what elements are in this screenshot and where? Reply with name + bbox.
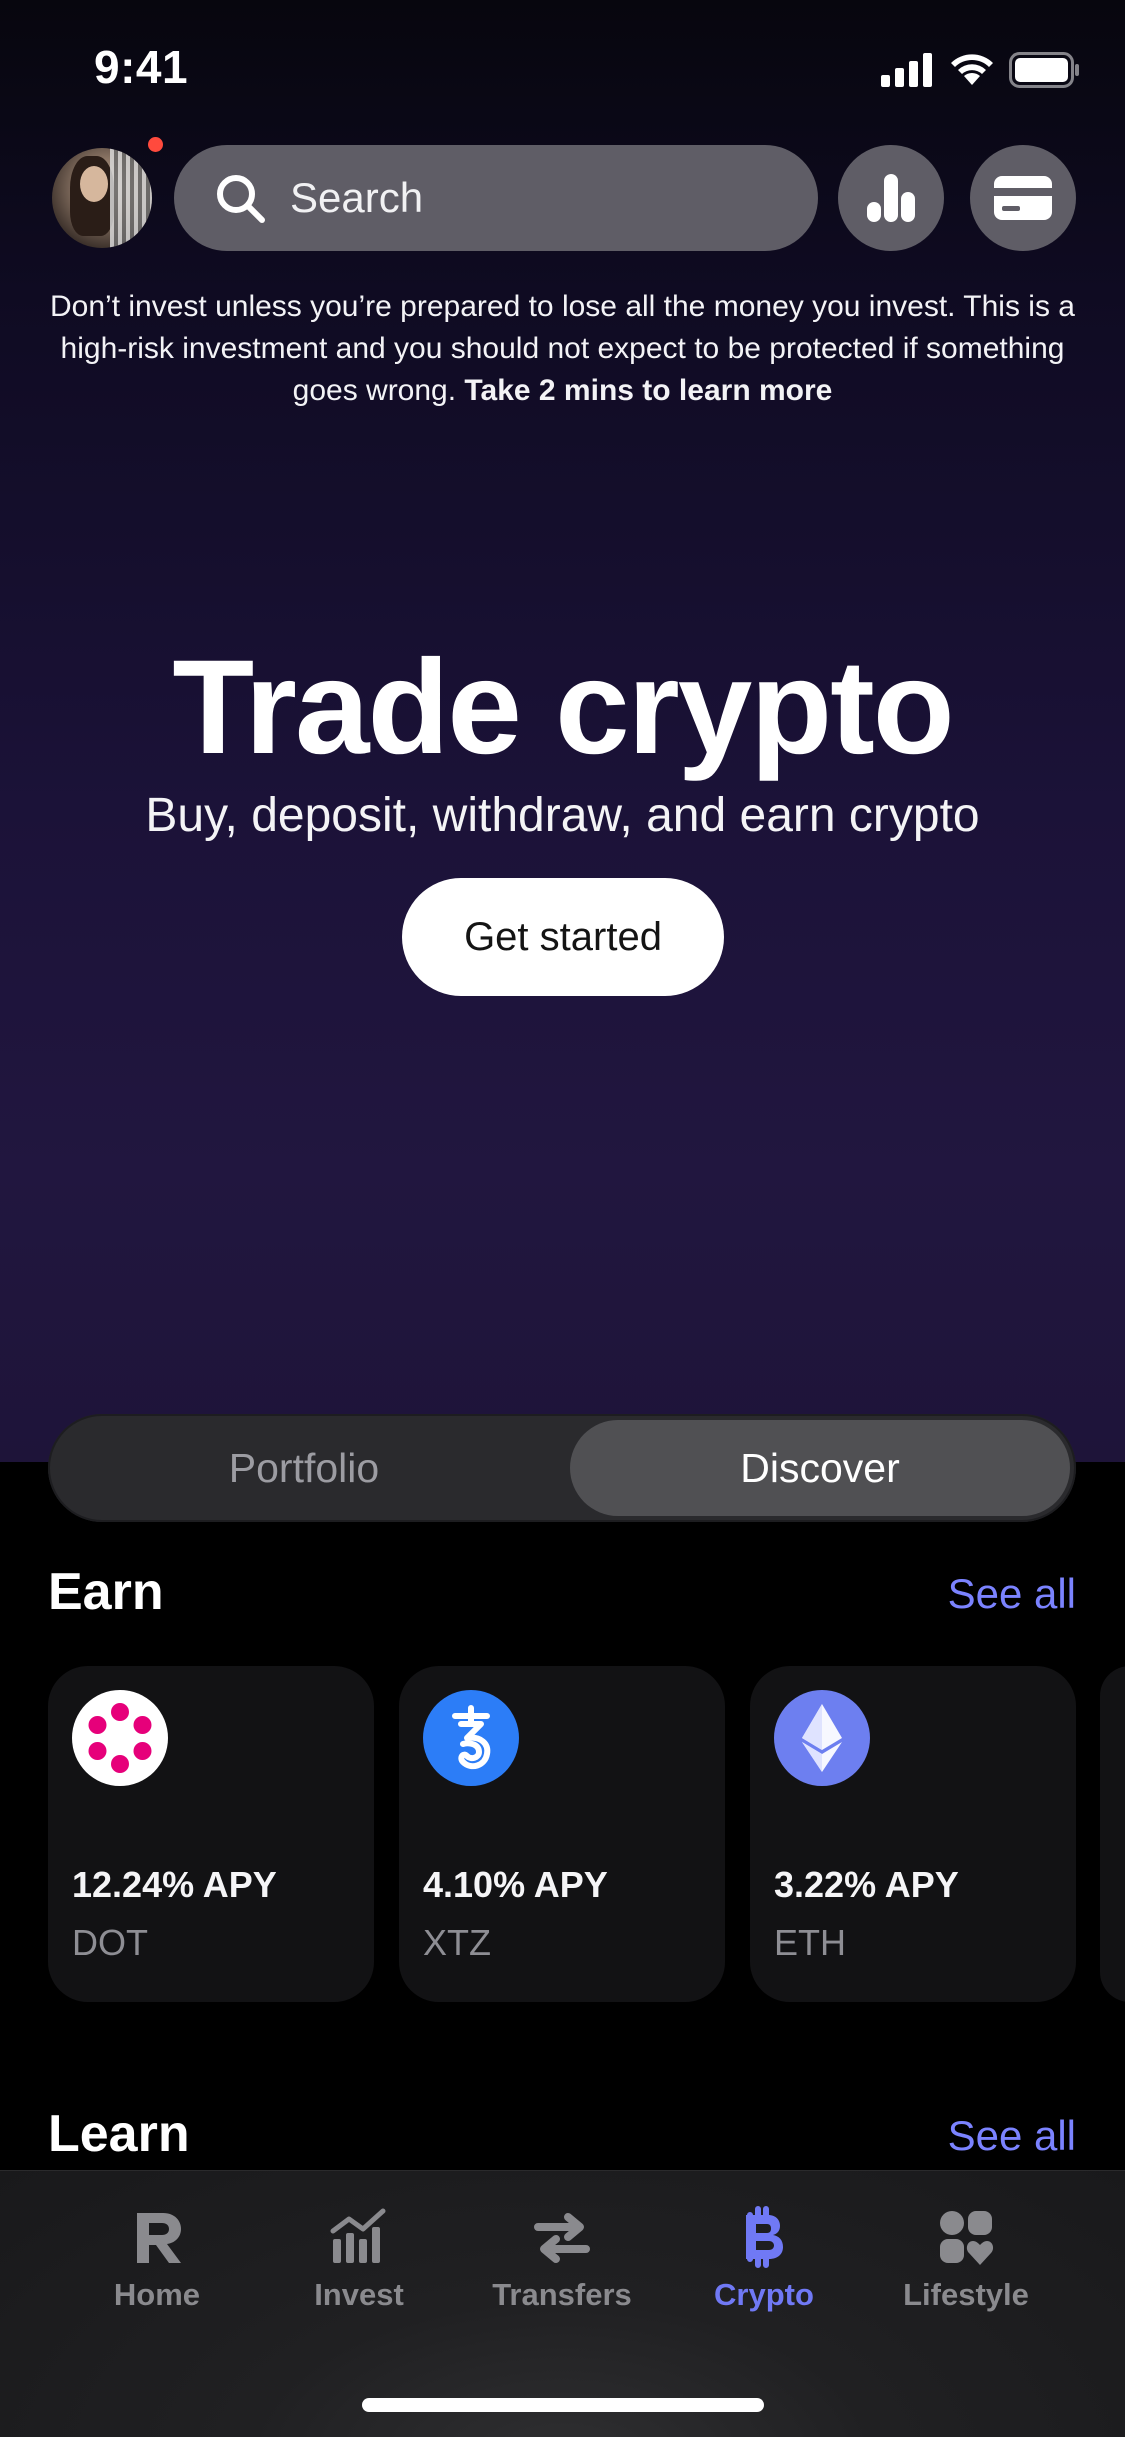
earn-card-xtz[interactable]: 4.10% APY XTZ [399,1666,725,2002]
lifestyle-icon [940,2211,994,2265]
earn-card-partial[interactable] [1100,1666,1125,2002]
battery-icon [1009,52,1079,88]
earn-ticker: ETH [774,1922,846,1963]
nav-home[interactable]: Home [67,2205,247,2313]
bitcoin-icon [746,2206,783,2268]
home-indicator [362,2398,764,2412]
status-bar: 9:41 [0,0,1125,140]
risk-disclaimer: Don’t invest unless you’re prepared to l… [40,286,1085,412]
earn-apy: 3.22% APY [774,1864,959,1905]
nav-invest[interactable]: Invest [269,2205,449,2313]
search-icon [217,175,265,223]
earn-card-dot[interactable]: 12.24% APY DOT [48,1666,374,2002]
nav-lifestyle[interactable]: Lifestyle [876,2205,1056,2313]
nav-crypto-label: Crypto [714,2277,814,2312]
cards-button[interactable] [970,145,1076,251]
cellular-signal-icon [881,53,932,87]
earn-apy: 4.10% APY [423,1864,608,1905]
portfolio-discover-toggle: Portfolio Discover [48,1414,1076,1522]
nav-transfers[interactable]: Transfers [472,2205,652,2313]
earn-ticker: DOT [72,1922,148,1963]
hero-subtitle: Buy, deposit, withdraw, and earn crypto [145,789,980,842]
status-time: 9:41 [94,41,189,93]
tab-portfolio[interactable]: Portfolio [54,1420,554,1516]
ethereum-icon [774,1690,870,1786]
revolut-r-icon [137,2213,181,2263]
bar-chart-icon [867,174,915,222]
analytics-button[interactable] [838,145,944,251]
hero-title: Trade crypto [172,633,954,782]
nav-home-label: Home [113,2277,201,2312]
learn-section-title: Learn [48,2105,190,2163]
earn-card-eth[interactable]: 3.22% APY ETH [750,1666,1076,2002]
learn-see-all-link[interactable]: See all [948,2112,1076,2160]
get-started-button[interactable]: Get started [402,878,724,996]
earn-ticker: XTZ [423,1922,491,1963]
earn-section-title: Earn [48,1563,164,1621]
earn-see-all-link[interactable]: See all [948,1570,1076,1618]
tezos-icon [423,1690,519,1786]
transfer-arrows-icon [534,2213,590,2263]
search-placeholder: Search [290,174,424,221]
earn-apy: 12.24% APY [72,1864,277,1905]
nav-lifestyle-label: Lifestyle [903,2277,1029,2312]
status-icons [881,50,1081,90]
profile-avatar[interactable] [52,148,152,248]
nav-invest-label: Invest [314,2277,404,2312]
wifi-icon [951,54,993,85]
chart-bars-icon [330,2208,386,2263]
bottom-navigation: Home Invest Transfers Crypto Lifestyle [0,2170,1125,2437]
notification-dot [148,137,163,152]
card-icon [994,176,1052,220]
polkadot-icon [72,1690,168,1786]
learn-more-link[interactable]: Take 2 mins to learn more [464,374,832,407]
tab-discover[interactable]: Discover [570,1420,1070,1516]
nav-crypto[interactable]: Crypto [674,2205,854,2313]
search-bar[interactable]: Search [174,145,818,251]
nav-transfers-label: Transfers [492,2277,632,2312]
